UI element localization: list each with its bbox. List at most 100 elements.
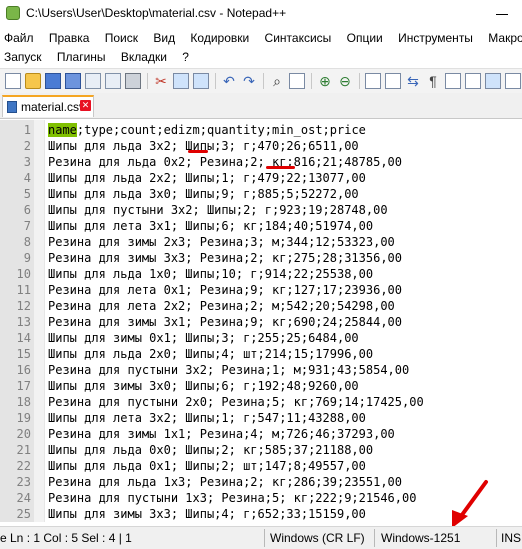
line-number: 12: [16, 299, 31, 313]
line-text: Шипы для лета 3х2; Шипы;1; г;547;11;4328…: [48, 411, 366, 425]
menu-macro[interactable]: Макросы: [488, 31, 522, 45]
line-text-rest: ;type;count;edizm;quantity;min_ost;price: [76, 123, 366, 137]
line-number: 17: [16, 379, 31, 393]
line-text: Шипы для льда 3х0; Шипы;9; г;885;5;52272…: [48, 187, 359, 201]
save-icon[interactable]: [45, 73, 61, 89]
editor-line[interactable]: 17 Шипы для зимы 3х0; Шипы;6; г;192;48;92…: [0, 378, 522, 394]
cut-icon[interactable]: ✂: [153, 73, 169, 89]
editor-line[interactable]: 15 Шипы для льда 2х0; Шипы;4; шт;214;15;1…: [0, 346, 522, 362]
line-text: Шипы для лета 3х1; Шипы;6; кг;184;40;519…: [48, 219, 374, 233]
line-number: 9: [23, 251, 31, 265]
line-text: Резина для зимы 2х3; Резина;3; м;344;12;…: [48, 235, 395, 249]
indent-guide-icon[interactable]: [445, 73, 461, 89]
save-all-icon[interactable]: [65, 73, 81, 89]
cursor-position: e Ln : 1 Col : 5 Sel : 4 | 1: [0, 531, 132, 545]
undo-icon[interactable]: ↶: [221, 73, 237, 89]
open-icon[interactable]: [25, 73, 41, 89]
zoom-out-icon[interactable]: ⊖: [337, 73, 353, 89]
editor-line[interactable]: 22 Шипы для льда 0х1; Шипы;2; шт;147;8;49…: [0, 458, 522, 474]
line-text: Шипы для пустыни 3х2; Шипы;2; г;923;19;2…: [48, 203, 388, 217]
minimize-button[interactable]: [482, 0, 522, 28]
zoom-in-icon[interactable]: ⊕: [317, 73, 333, 89]
editor-line[interactable]: 4 Шипы для льда 2х2; Шипы;1; г;479;22;130…: [0, 170, 522, 186]
paste-icon[interactable]: [193, 73, 209, 89]
print-icon[interactable]: [125, 73, 141, 89]
replace-icon[interactable]: [289, 73, 305, 89]
menu-encoding[interactable]: Кодировки: [190, 31, 249, 45]
menu-search[interactable]: Поиск: [105, 31, 138, 45]
redo-icon[interactable]: ↷: [241, 73, 257, 89]
editor-line[interactable]: 23 Резина для льда 1х3; Резина;2; кг;286;…: [0, 474, 522, 490]
editor-line[interactable]: 10 Шипы для льда 1х0; Шипы;10; г;914;22;2…: [0, 266, 522, 282]
menu-row-secondary: Запуск Плагины Вкладки ?: [4, 50, 201, 64]
editor-line[interactable]: 8 Резина для зимы 2х3; Резина;3; м;344;12…: [0, 234, 522, 250]
editor-line[interactable]: 21 Шипы для льда 0х0; Шипы;2; кг;585;37;2…: [0, 442, 522, 458]
function-list-icon[interactable]: [485, 73, 501, 89]
editor-line[interactable]: 20 Резина для зимы 1х1; Резина;4; м;726;4…: [0, 426, 522, 442]
menu-language[interactable]: Синтаксисы: [265, 31, 332, 45]
editor[interactable]: 1 name;type;count;edizm;quantity;min_ost;…: [0, 120, 522, 522]
line-number: 8: [23, 235, 31, 249]
editor-line[interactable]: 18 Резина для пустыни 2х0; Резина;5; кг;7…: [0, 394, 522, 410]
toolbar: ✂ ↶ ↷ ⌕ ⊕ ⊖ ⇆ ¶: [0, 68, 522, 94]
close-all-icon[interactable]: [105, 73, 121, 89]
pilcrow-icon[interactable]: ¶: [425, 73, 441, 89]
find-icon[interactable]: ⌕: [269, 73, 285, 89]
line-number: 24: [16, 491, 31, 505]
line-text: Шипы для зимы 3х0; Шипы;6; г;192;48;9260…: [48, 379, 359, 393]
folder-workspace-icon[interactable]: [505, 73, 521, 89]
editor-line[interactable]: 2 Шипы для льда 3х2; Шипы;3; г;470;26;651…: [0, 138, 522, 154]
menu-settings[interactable]: Опции: [347, 31, 383, 45]
menu-view[interactable]: Вид: [153, 31, 175, 45]
editor-line[interactable]: 3 Резина для льда 0х2; Резина;2; кг;816;2…: [0, 154, 522, 170]
toolbar-separator: [147, 73, 148, 89]
tab-material-csv[interactable]: material.csv ✕: [2, 95, 94, 117]
menu-tools[interactable]: Инструменты: [398, 31, 473, 45]
editor-line[interactable]: 12 Резина для лета 2х2; Резина;2; м;542;2…: [0, 298, 522, 314]
new-icon[interactable]: [5, 73, 21, 89]
line-number: 6: [23, 203, 31, 217]
encoding-indicator[interactable]: Windows-1251: [381, 531, 460, 545]
editor-line[interactable]: 5 Шипы для льда 3х0; Шипы;9; г;885;5;5227…: [0, 186, 522, 202]
close-icon[interactable]: [85, 73, 101, 89]
line-number: 14: [16, 331, 31, 345]
editor-line[interactable]: 24 Резина для пустыни 1х3; Резина;5; кг;2…: [0, 490, 522, 506]
line-text: Резина для лета 0х1; Резина;9; кг;127;17…: [48, 283, 403, 297]
line-number: 21: [16, 443, 31, 457]
editor-line[interactable]: 25 Шипы для зимы 3х3; Шипы;4; г;652;33;15…: [0, 506, 522, 522]
tab-label: material.csv: [21, 100, 86, 114]
tab-close-icon[interactable]: ✕: [80, 100, 91, 111]
window-title: C:\Users\User\Desktop\material.csv - Not…: [26, 6, 287, 20]
line-number: 23: [16, 475, 31, 489]
line-text: Резина для пустыни 1х3; Резина;5; кг;222…: [48, 491, 417, 505]
eol-format[interactable]: Windows (CR LF): [270, 531, 365, 545]
line-text: Шипы для льда 0х0; Шипы;2; кг;585;37;211…: [48, 443, 374, 457]
editor-line[interactable]: 7 Шипы для лета 3х1; Шипы;6; кг;184;40;51…: [0, 218, 522, 234]
menu-edit[interactable]: Правка: [49, 31, 90, 45]
editor-line[interactable]: 1 name;type;count;edizm;quantity;min_ost;…: [0, 122, 522, 138]
line-number: 3: [23, 155, 31, 169]
sync-icon[interactable]: [365, 73, 381, 89]
copy-icon[interactable]: [173, 73, 189, 89]
doc-map-icon[interactable]: [465, 73, 481, 89]
wrap-icon[interactable]: ⇆: [405, 73, 421, 89]
menu-plugins[interactable]: Плагины: [57, 50, 106, 64]
line-number: 1: [23, 123, 31, 137]
sync-horizontal-icon[interactable]: [385, 73, 401, 89]
line-text: Шипы для льда 1х0; Шипы;10; г;914;22;255…: [48, 267, 374, 281]
line-text: Резина для льда 1х3; Резина;2; кг;286;39…: [48, 475, 403, 489]
editor-line[interactable]: 6 Шипы для пустыни 3х2; Шипы;2; г;923;19;…: [0, 202, 522, 218]
line-number: 2: [23, 139, 31, 153]
editor-line[interactable]: 14 Шипы для зимы 0х1; Шипы;3; г;255;25;64…: [0, 330, 522, 346]
menu-file[interactable]: Файл: [4, 31, 34, 45]
menu-run[interactable]: Запуск: [4, 50, 42, 64]
menu-help[interactable]: ?: [182, 50, 189, 64]
editor-line[interactable]: 19 Шипы для лета 3х2; Шипы;1; г;547;11;43…: [0, 410, 522, 426]
editor-line[interactable]: 16 Резина для пустыни 3х2; Резина;1; м;93…: [0, 362, 522, 378]
line-number: 13: [16, 315, 31, 329]
editor-line[interactable]: 9 Резина для зимы 3х3; Резина;2; кг;275;2…: [0, 250, 522, 266]
editor-line[interactable]: 11 Резина для лета 0х1; Резина;9; кг;127;…: [0, 282, 522, 298]
tab-bar: material.csv ✕: [0, 93, 522, 119]
editor-line[interactable]: 13 Резина для зимы 3х1; Резина;9; кг;690;…: [0, 314, 522, 330]
menu-window[interactable]: Вкладки: [121, 50, 167, 64]
